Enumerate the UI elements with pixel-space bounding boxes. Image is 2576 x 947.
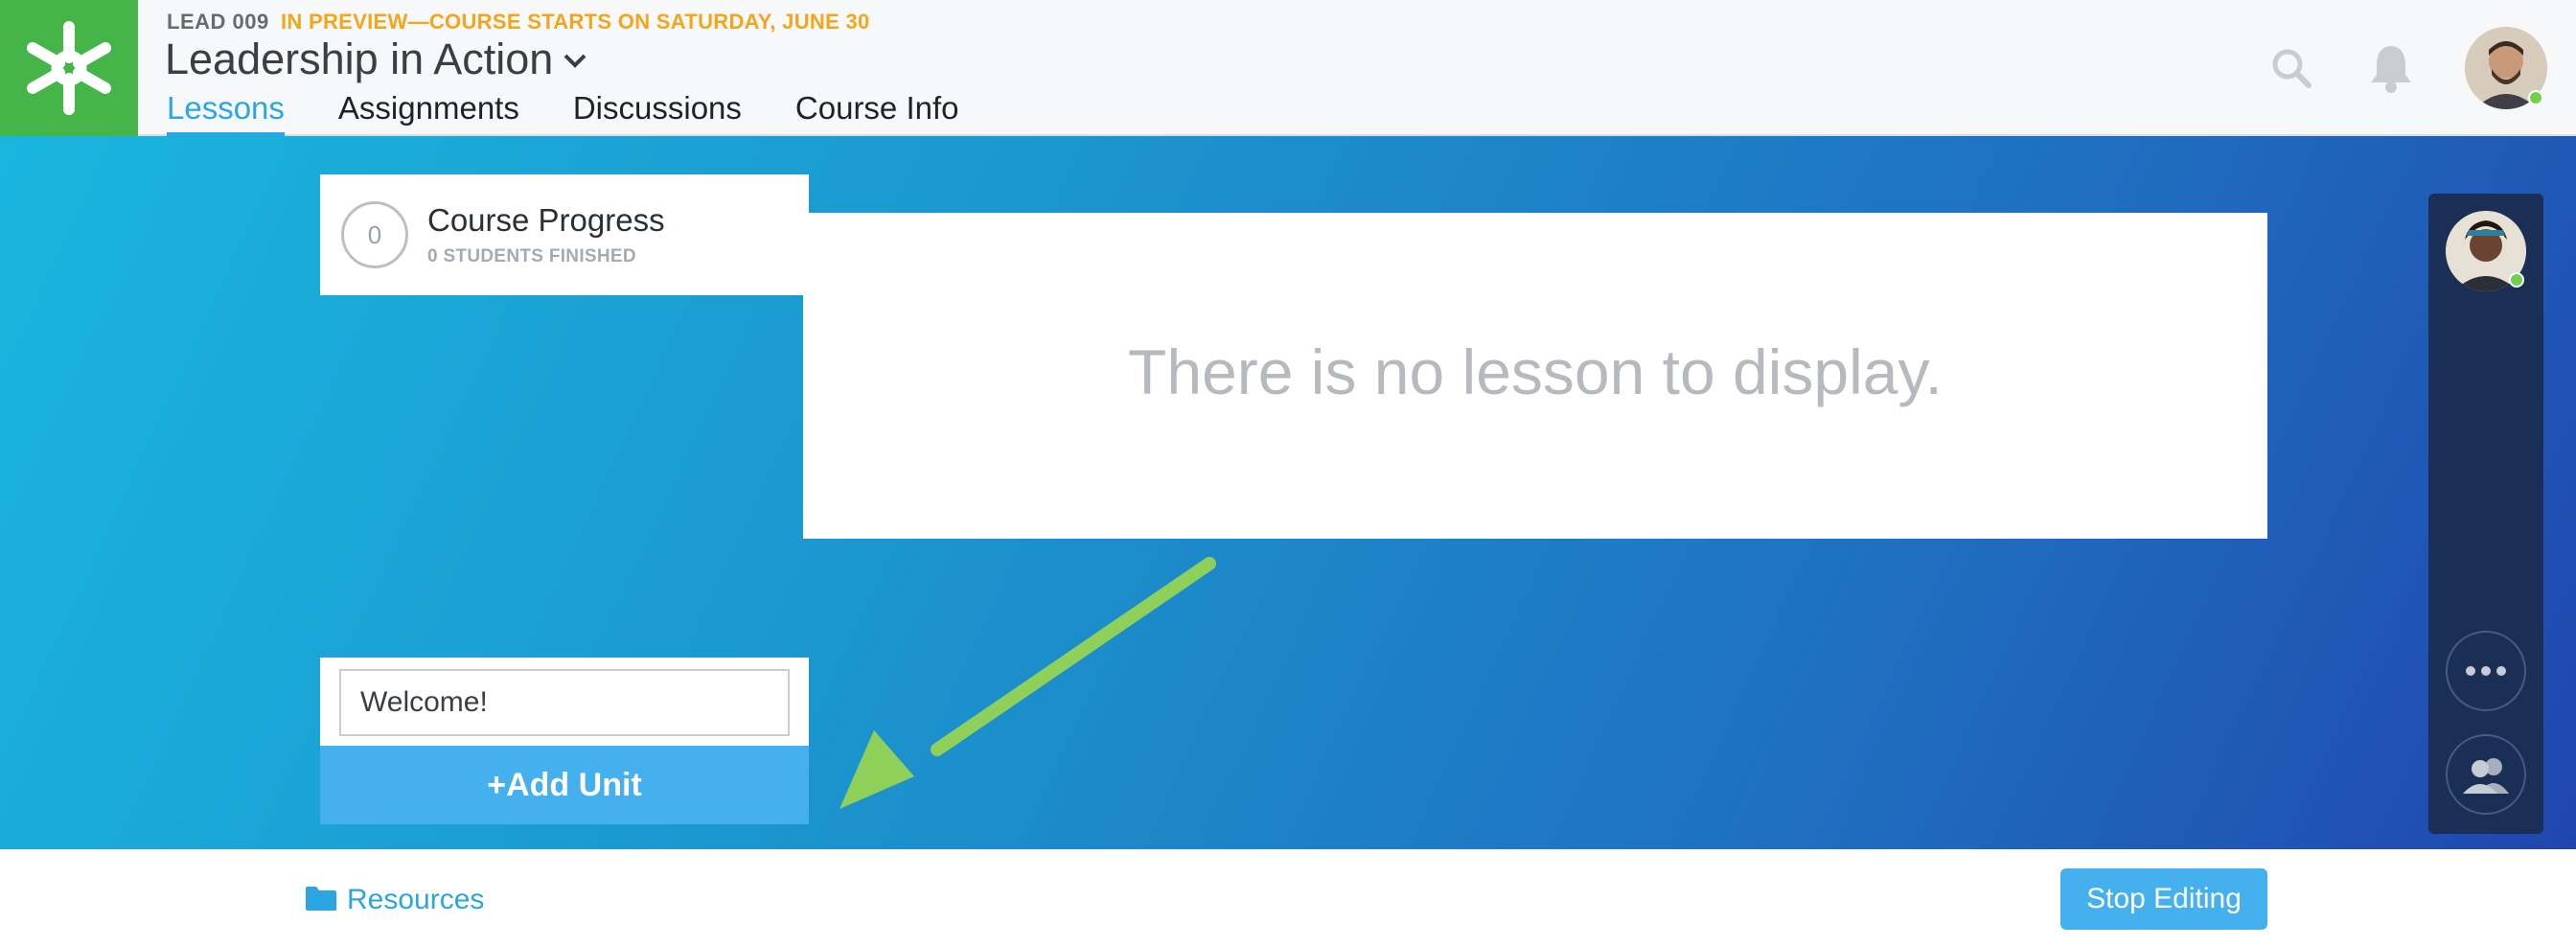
course-tabs: Lessons Assignments Discussions Course I… — [167, 90, 1013, 136]
bell-icon[interactable] — [2367, 42, 2415, 99]
tab-lessons[interactable]: Lessons — [167, 90, 285, 136]
online-status-indicator — [2509, 272, 2524, 288]
instructor-avatar[interactable] — [2446, 211, 2526, 291]
add-unit-button[interactable]: +Add Unit — [320, 746, 809, 824]
user-avatar[interactable] — [2465, 27, 2547, 109]
resources-label: Resources — [347, 884, 485, 915]
search-icon[interactable] — [2269, 46, 2313, 95]
course-content-area: 0 Course Progress 0 STUDENTS FINISHED Th… — [0, 136, 2576, 849]
top-header: LEAD 009 IN PREVIEW—COURSE STARTS ON SAT… — [0, 0, 2576, 136]
course-progress-card: 0 Course Progress 0 STUDENTS FINISHED — [320, 174, 809, 295]
online-status-indicator — [2528, 90, 2543, 105]
stop-editing-button[interactable]: Stop Editing — [2060, 868, 2267, 930]
preview-notice: IN PREVIEW—COURSE STARTS ON SATURDAY, JU… — [281, 10, 870, 34]
side-rail — [2428, 194, 2543, 834]
footer-bar: Resources Stop Editing — [0, 849, 2576, 947]
more-options-icon[interactable] — [2446, 631, 2526, 711]
folder-icon — [305, 885, 337, 916]
annotation-arrow — [840, 557, 1216, 809]
tab-assignments[interactable]: Assignments — [338, 90, 519, 136]
logo-star-icon[interactable] — [0, 0, 138, 136]
tab-discussions[interactable]: Discussions — [573, 90, 742, 136]
progress-count: 0 — [341, 201, 408, 268]
tab-course-info[interactable]: Course Info — [795, 90, 959, 136]
course-switcher[interactable]: Leadership in Action — [165, 35, 587, 84]
progress-subtitle: 0 STUDENTS FINISHED — [427, 246, 636, 266]
progress-title: Course Progress — [427, 202, 665, 238]
empty-lesson-message: There is no lesson to display. — [1128, 336, 1943, 407]
people-icon[interactable] — [2446, 734, 2526, 815]
unit-editor-card: +Add Unit — [320, 658, 809, 824]
course-title: Leadership in Action — [165, 35, 554, 83]
resources-link[interactable]: Resources — [305, 884, 484, 916]
unit-name-input[interactable] — [339, 669, 790, 736]
chevron-down-icon — [563, 53, 587, 75]
course-code: LEAD 009 — [167, 10, 269, 34]
